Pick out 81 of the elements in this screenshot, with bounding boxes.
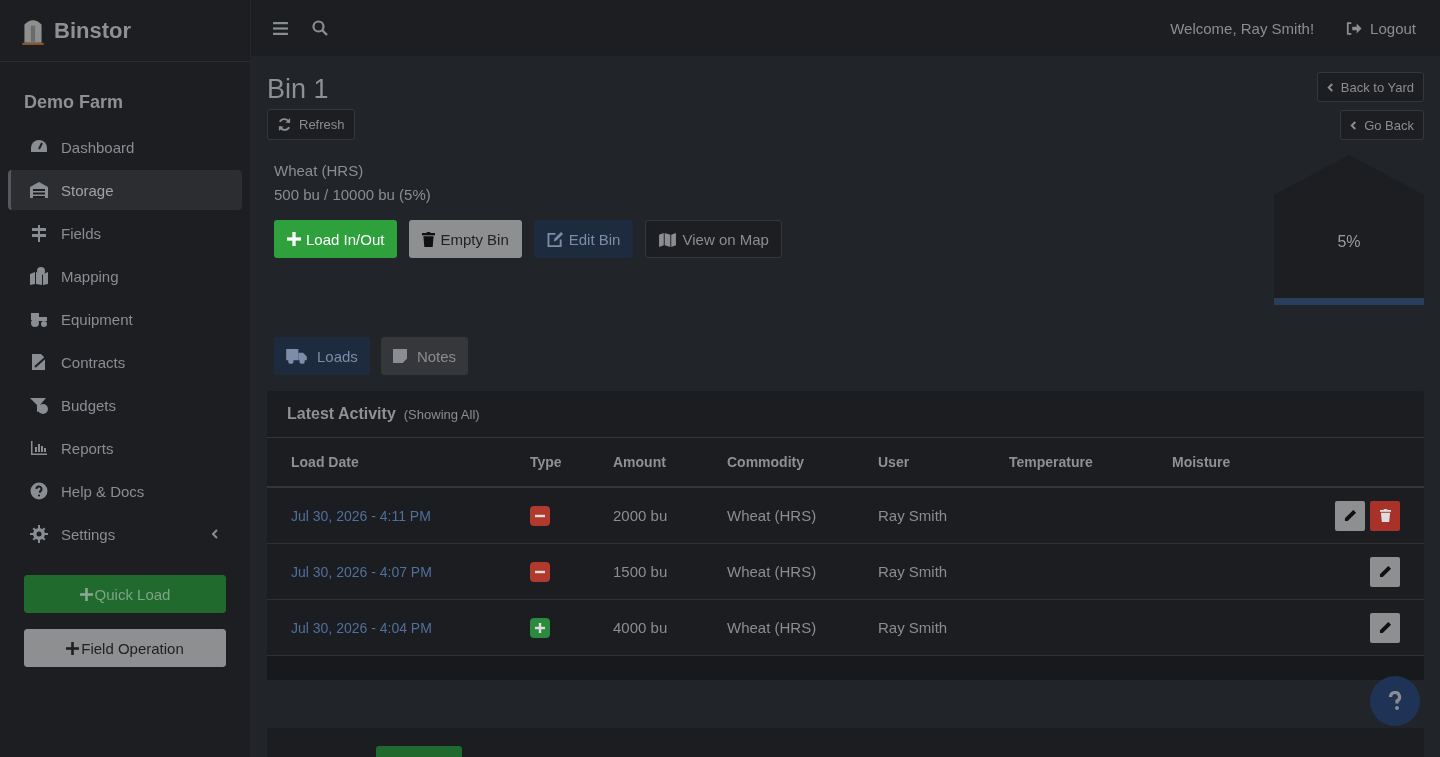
sidebar-item[interactable]: Budgets <box>8 385 242 425</box>
column-header: User <box>878 454 911 470</box>
fill-percent: 5% <box>1336 233 1362 251</box>
bar-chart-icon <box>29 438 49 458</box>
sidebar-item[interactable]: Mapping <box>8 256 242 296</box>
column-header: Amount <box>613 454 667 470</box>
brand-name: Binstor <box>54 17 131 44</box>
note-icon <box>392 349 407 363</box>
page-title: Bin 1 <box>267 74 330 105</box>
table-cell-text: 2000 bu <box>613 507 669 524</box>
table-cell-text: Wheat (HRS) <box>727 563 818 580</box>
column-header: Load Date <box>291 454 360 470</box>
plus-icon <box>530 617 550 638</box>
column-header: Temperature <box>1009 454 1094 470</box>
pencil-icon <box>1378 621 1392 634</box>
sidebar-item[interactable]: Dashboard <box>8 127 242 167</box>
card-subtitle: (Showing All) <box>403 407 480 422</box>
plus-icon <box>287 232 301 246</box>
table-cell-text: Ray Smith <box>878 563 949 580</box>
edit-bin-button[interactable]: Edit Bin <box>533 220 634 258</box>
edit-button[interactable] <box>1370 556 1400 587</box>
plus-icon <box>66 641 80 655</box>
pencil-icon <box>1378 565 1392 578</box>
table-cell-text: Ray Smith <box>878 619 949 636</box>
load-date-link[interactable]: Jul 30, 2026 - 4:07 PM <box>291 563 530 580</box>
plus-icon <box>79 587 93 601</box>
edit-icon <box>546 231 564 247</box>
table-cell-text: Wheat (HRS) <box>727 507 818 524</box>
farm-name: Demo Farm <box>23 91 125 114</box>
table-cell-text: 1500 bu <box>613 563 669 580</box>
refresh-button[interactable]: Refresh <box>267 109 355 140</box>
settings-icon <box>29 524 49 544</box>
pencil-icon <box>1343 509 1357 522</box>
field-operation-button[interactable]: Field Operation <box>24 629 226 667</box>
sidebar-item[interactable]: Help & Docs <box>8 471 242 511</box>
sidebar-item[interactable]: Reports <box>8 428 242 468</box>
back-button[interactable]: Back to Yard <box>1316 72 1424 102</box>
question-icon <box>1388 691 1402 711</box>
capacity-text: 500 bu / 10000 bu (5%) <box>274 185 432 205</box>
tab[interactable]: Notes <box>380 337 469 375</box>
column-header: Moisture <box>1172 454 1232 470</box>
column-header: Type <box>530 454 563 470</box>
load-button[interactable]: Load In/Out <box>274 220 398 258</box>
edit-button[interactable] <box>1370 612 1400 643</box>
chevron-icon <box>1350 120 1358 130</box>
help-button[interactable] <box>1370 676 1420 726</box>
map-icon <box>658 231 678 247</box>
load-date-link[interactable]: Jul 30, 2026 - 4:11 PM <box>291 507 530 524</box>
tab[interactable]: Loads <box>274 337 370 375</box>
sidebar-item[interactable]: Contracts <box>8 342 242 382</box>
load-date-link[interactable]: Jul 30, 2026 - 4:04 PM <box>291 619 530 636</box>
table-cell-text: Wheat (HRS) <box>727 619 818 636</box>
card-title: Latest Activity <box>287 405 396 423</box>
logout-icon <box>1346 21 1363 35</box>
column-header: Commodity <box>727 454 805 470</box>
chevron-icon <box>1326 82 1334 92</box>
commodity-text: Wheat (HRS) <box>274 161 365 181</box>
sidebar-item[interactable]: Settings <box>8 514 242 554</box>
warehouse-icon <box>29 180 49 200</box>
menu-icon[interactable] <box>273 21 288 35</box>
search-icon[interactable] <box>312 20 328 36</box>
sidebar-item[interactable]: Storage <box>8 170 242 210</box>
sidebar-item[interactable]: Fields <box>8 213 242 253</box>
signpost-icon <box>29 223 49 243</box>
truck-icon <box>286 348 307 364</box>
sidebar-item[interactable]: Equipment <box>8 299 242 339</box>
view-map-button[interactable]: View on Map <box>645 220 782 258</box>
refresh-icon <box>277 117 292 132</box>
edit-button[interactable] <box>1335 500 1365 531</box>
trash-icon <box>422 231 436 247</box>
trash-icon <box>1379 509 1391 522</box>
delete-button[interactable] <box>1370 500 1400 531</box>
logout-link[interactable]: Logout <box>1346 19 1416 37</box>
back-button[interactable]: Go Back <box>1340 110 1424 140</box>
minus-icon <box>530 561 550 582</box>
empty-bin-button[interactable]: Empty Bin <box>409 220 522 258</box>
welcome-text: Welcome, Ray Smith! <box>1170 19 1315 37</box>
minus-icon <box>530 505 550 526</box>
help-icon <box>29 481 49 501</box>
table-cell-text: 4000 bu <box>613 619 669 636</box>
table-cell-text: Ray Smith <box>878 507 949 524</box>
